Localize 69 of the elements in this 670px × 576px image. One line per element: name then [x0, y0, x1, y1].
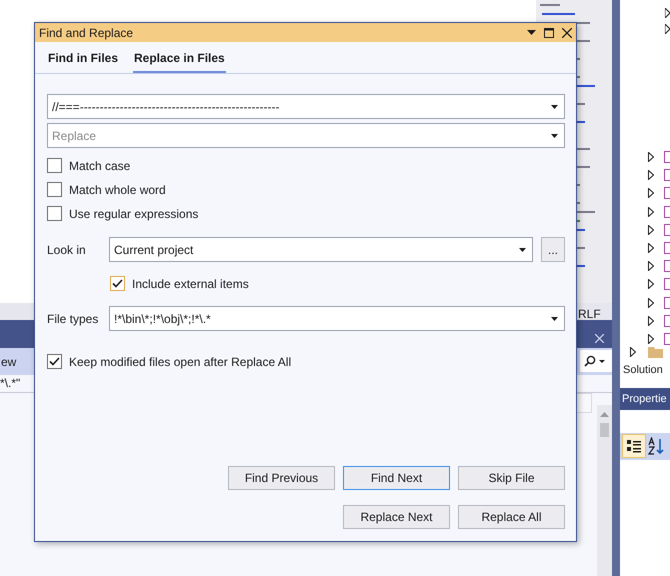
checkmark-icon: [112, 279, 123, 288]
checkbox[interactable]: [47, 354, 62, 369]
dropdown-arrow-icon[interactable]: [551, 104, 558, 108]
close-icon[interactable]: [562, 28, 572, 38]
tab[interactable]: Replace in Files: [133, 45, 226, 73]
file-icon: [664, 296, 670, 309]
maximize-icon[interactable]: [544, 28, 554, 38]
file-icon: [664, 151, 670, 163]
file-types-label: File types: [47, 310, 100, 328]
file-icon: [664, 187, 670, 200]
collapsed-arrow-icon[interactable]: [648, 334, 654, 344]
collapsed-arrow-icon[interactable]: [630, 347, 636, 357]
collapsed-arrow-icon[interactable]: [648, 224, 654, 235]
search-field[interactable]: [580, 350, 612, 372]
look-in-label: Look in: [47, 242, 87, 258]
dialog-button[interactable]: Find Next: [343, 466, 450, 490]
collapsed-arrow-icon[interactable]: [648, 170, 654, 180]
file-icon: [664, 314, 670, 327]
collapsed-arrow-icon[interactable]: [648, 298, 654, 308]
dropdown-arrow-icon[interactable]: [527, 30, 536, 35]
find-field[interactable]: //===--------------------------------------------------: [47, 94, 565, 119]
file-icon: [664, 224, 670, 236]
collapsed-arrow-icon[interactable]: [648, 261, 654, 272]
checkbox[interactable]: [47, 158, 62, 173]
checkbox[interactable]: [110, 276, 125, 291]
option-label: Keep modified files open after Replace All: [69, 354, 292, 370]
properties-title: Propertie: [622, 392, 667, 407]
folder-icon: [648, 346, 663, 358]
line-ending-label: RLF: [578, 306, 601, 323]
file-icon: [664, 242, 670, 254]
results-text: ew: [1, 354, 16, 370]
file-icon: [664, 206, 670, 218]
collapsed-arrow-icon[interactable]: [648, 152, 654, 162]
solution-label: Solution: [623, 363, 663, 378]
tab[interactable]: Find in Files: [47, 45, 120, 73]
dropdown-arrow-icon[interactable]: [551, 316, 558, 320]
file-types-field[interactable]: !*\bin\*;!*\obj\*;!*\.*: [109, 306, 565, 331]
checkmark-icon: [49, 357, 60, 366]
collapsed-arrow-icon[interactable]: [648, 206, 654, 217]
collapsed-arrow-icon[interactable]: [648, 243, 654, 253]
scrollbar[interactable]: [597, 405, 612, 576]
checkbox[interactable]: [47, 182, 62, 197]
file-icon: [664, 169, 670, 182]
look-in-field[interactable]: Current project: [109, 237, 533, 262]
collapsed-arrow-icon[interactable]: [648, 188, 654, 198]
option-label: Match case: [69, 158, 130, 174]
file-icon: [664, 260, 670, 272]
window-title: Find and Replace: [39, 24, 134, 42]
dialog-button[interactable]: Skip File: [458, 466, 565, 490]
dialog-button[interactable]: Find Previous: [228, 466, 335, 490]
sort-alphabetical-icon[interactable]: [648, 437, 666, 455]
collapsed-arrow-icon[interactable]: [648, 279, 654, 290]
collapsed-arrow-icon[interactable]: [648, 316, 654, 326]
option-label: Match whole word: [69, 182, 166, 198]
dropdown-arrow-icon[interactable]: [599, 360, 605, 362]
file-icon: [664, 333, 670, 345]
search-icon: [584, 355, 596, 367]
browse-button[interactable]: ...: [541, 237, 565, 262]
categorized-icon[interactable]: [622, 434, 646, 458]
results-text: *\.*": [0, 375, 20, 392]
dialog-button[interactable]: Replace All: [458, 505, 565, 529]
scrollbar-thumb[interactable]: [600, 423, 609, 437]
dropdown-arrow-icon[interactable]: [519, 248, 526, 252]
option-label: Use regular expressions: [69, 206, 198, 222]
file-icon: [664, 278, 670, 290]
dropdown-arrow-icon[interactable]: [551, 134, 558, 138]
dialog-button[interactable]: Replace Next: [343, 505, 450, 529]
option-label: Include external items: [132, 276, 249, 292]
checkbox[interactable]: [47, 206, 62, 221]
